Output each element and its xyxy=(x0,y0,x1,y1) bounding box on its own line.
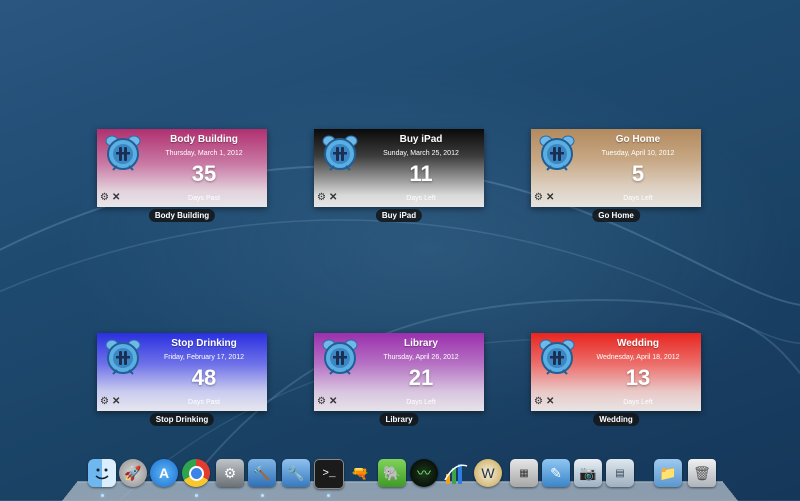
alarm-clock-icon xyxy=(539,339,575,375)
widget-stop-drinking[interactable]: Stop Drinking Friday, February 17, 2012 … xyxy=(97,333,267,411)
widget-caption: Stop Drinking xyxy=(149,413,215,426)
calculator-icon[interactable]: ▦ xyxy=(510,459,538,487)
clock-icon[interactable]: W xyxy=(474,459,502,487)
activity-monitor-icon[interactable]: 〰 xyxy=(410,459,438,487)
running-indicator xyxy=(101,494,104,497)
widget-date: Friday, February 17, 2012 xyxy=(163,354,245,361)
alarm-clock-icon xyxy=(322,135,358,171)
ray-gun-icon[interactable]: 🔫 xyxy=(346,459,374,487)
widget-body-building[interactable]: Body Building Thursday, March 1, 2012 35… xyxy=(97,129,267,207)
close-icon[interactable]: ✕ xyxy=(112,396,120,407)
widget-title: Buy iPad xyxy=(399,134,443,145)
gear-icon[interactable]: ⚙ xyxy=(317,192,326,203)
grapher-icon[interactable] xyxy=(442,459,470,487)
widget-date: Tuesday, April 10, 2012 xyxy=(601,150,675,157)
app-store-icon[interactable]: A xyxy=(150,459,178,487)
widget-day-count: 35 xyxy=(191,161,217,186)
widget-status: Days Past xyxy=(188,195,220,202)
evernote-icon[interactable]: 🐘 xyxy=(378,459,406,487)
widget-date: Sunday, March 25, 2012 xyxy=(383,150,459,157)
widget-status: Days Left xyxy=(406,399,436,406)
close-icon[interactable]: ✕ xyxy=(112,192,120,203)
alarm-clock-icon xyxy=(322,339,358,375)
alarm-clock-icon xyxy=(105,339,141,375)
gear-icon[interactable]: ⚙ xyxy=(534,192,543,203)
folder-icon[interactable]: 📁 xyxy=(654,459,682,487)
widget-caption: Wedding xyxy=(593,413,639,426)
widget-caption: Library xyxy=(379,413,419,426)
trash-icon[interactable]: 🗑 xyxy=(688,459,716,487)
alarm-clock-icon xyxy=(105,135,141,171)
instruments-icon[interactable]: 🔧 xyxy=(282,459,310,487)
gear-icon[interactable]: ⚙ xyxy=(100,396,109,407)
widget-day-count: 13 xyxy=(625,365,651,390)
widget-status: Days Left xyxy=(623,399,653,406)
gear-icon[interactable]: ⚙ xyxy=(100,192,109,203)
widget-day-count: 48 xyxy=(191,365,217,390)
widget-status: Days Left xyxy=(623,195,653,202)
close-icon[interactable]: ✕ xyxy=(546,396,554,407)
widget-date: Thursday, April 26, 2012 xyxy=(383,354,459,361)
running-indicator xyxy=(261,494,264,497)
widget-buy-ipad[interactable]: Buy iPad Sunday, March 25, 2012 11 Days … xyxy=(314,129,484,207)
widget-title: Go Home xyxy=(615,134,661,145)
close-icon[interactable]: ✕ xyxy=(329,192,337,203)
widget-wedding[interactable]: Wedding Wednesday, April 18, 2012 13 Day… xyxy=(531,333,701,411)
gear-icon[interactable]: ⚙ xyxy=(317,396,326,407)
widget-status: Days Left xyxy=(406,195,436,202)
close-icon[interactable]: ✕ xyxy=(329,396,337,407)
chrome-center xyxy=(188,465,204,481)
widget-date: Wednesday, April 18, 2012 xyxy=(596,354,680,361)
preview-icon[interactable]: ▤ xyxy=(606,459,634,487)
widget-caption: Body Building xyxy=(148,209,216,222)
system-preferences-icon[interactable]: ⚙ xyxy=(216,459,244,487)
gear-icon[interactable]: ⚙ xyxy=(534,396,543,407)
widget-status: Days Past xyxy=(188,399,220,406)
widget-title: Body Building xyxy=(170,134,238,145)
widget-day-count: 21 xyxy=(408,365,434,390)
xcode-icon[interactable]: 🔨 xyxy=(248,459,276,487)
rocket-icon[interactable]: 🚀 xyxy=(119,459,147,487)
terminal-icon[interactable]: >_ xyxy=(314,459,344,489)
widget-caption: Go Home xyxy=(592,209,640,222)
widget-date: Thursday, March 1, 2012 xyxy=(165,150,243,157)
widget-caption: Buy iPad xyxy=(375,209,423,222)
keynote-icon[interactable]: 📷 xyxy=(574,459,602,487)
running-indicator xyxy=(195,494,198,497)
widget-title: Wedding xyxy=(616,338,660,349)
widget-title: Stop Drinking xyxy=(171,338,237,349)
alarm-clock-icon xyxy=(539,135,575,171)
running-indicator xyxy=(327,494,330,497)
chrome-icon[interactable] xyxy=(182,459,210,487)
widget-day-count: 11 xyxy=(409,161,433,186)
widget-title: Library xyxy=(404,338,438,349)
widget-day-count: 5 xyxy=(631,161,645,186)
finder-icon[interactable] xyxy=(88,459,116,487)
pages-icon[interactable]: ✎ xyxy=(542,459,570,487)
close-icon[interactable]: ✕ xyxy=(546,192,554,203)
widget-library[interactable]: Library Thursday, April 26, 2012 21 Days… xyxy=(314,333,484,411)
widget-go-home[interactable]: Go Home Tuesday, April 10, 2012 5 Days L… xyxy=(531,129,701,207)
